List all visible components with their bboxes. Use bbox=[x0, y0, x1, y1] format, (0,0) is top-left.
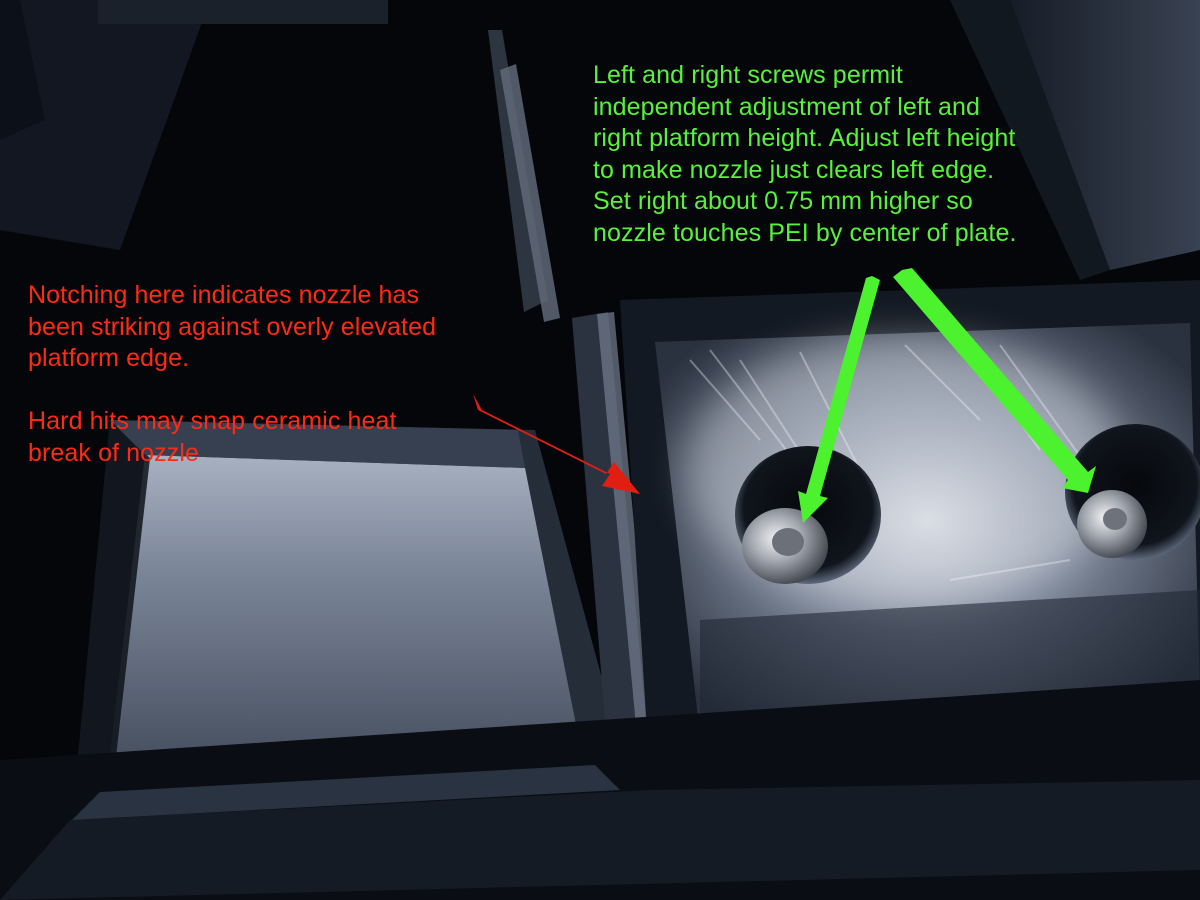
notching-annotation: Notching here indicates nozzle has been … bbox=[28, 280, 436, 469]
green-text-line-1: Left and right screws permit bbox=[593, 61, 903, 89]
heat-break-paragraph: Hard hits may snap ceramic heat break of… bbox=[28, 406, 436, 469]
red-text-line-4: Hard hits may snap ceramic heat bbox=[28, 407, 397, 435]
green-text-line-6: nozzle touches PEI by center of plate. bbox=[593, 218, 1017, 247]
screw-adjustment-annotation: Left and right screws permit independent… bbox=[593, 60, 1017, 249]
left-screw-socket bbox=[772, 528, 804, 556]
notching-paragraph: Notching here indicates nozzle has been … bbox=[28, 280, 436, 375]
green-text-line-5: Set right about 0.75 mm higher so bbox=[593, 187, 973, 215]
top-rail bbox=[98, 0, 388, 24]
red-text-line-5: break of nozzle bbox=[28, 438, 200, 467]
green-text-line-4: to make nozzle just clears left edge. bbox=[593, 155, 995, 184]
right-screw-socket bbox=[1103, 508, 1127, 530]
green-text-line-2: independent adjustment of left and bbox=[593, 92, 981, 121]
red-text-line-2: been striking against overly elevated bbox=[28, 312, 437, 341]
red-text-line-1: Notching here indicates nozzle has bbox=[28, 281, 420, 309]
red-text-line-3: platform edge. bbox=[28, 344, 190, 372]
annotated-photo: Notching here indicates nozzle has been … bbox=[0, 0, 1200, 900]
green-text-line-3: right platform height. Adjust left heigh… bbox=[593, 124, 1016, 152]
